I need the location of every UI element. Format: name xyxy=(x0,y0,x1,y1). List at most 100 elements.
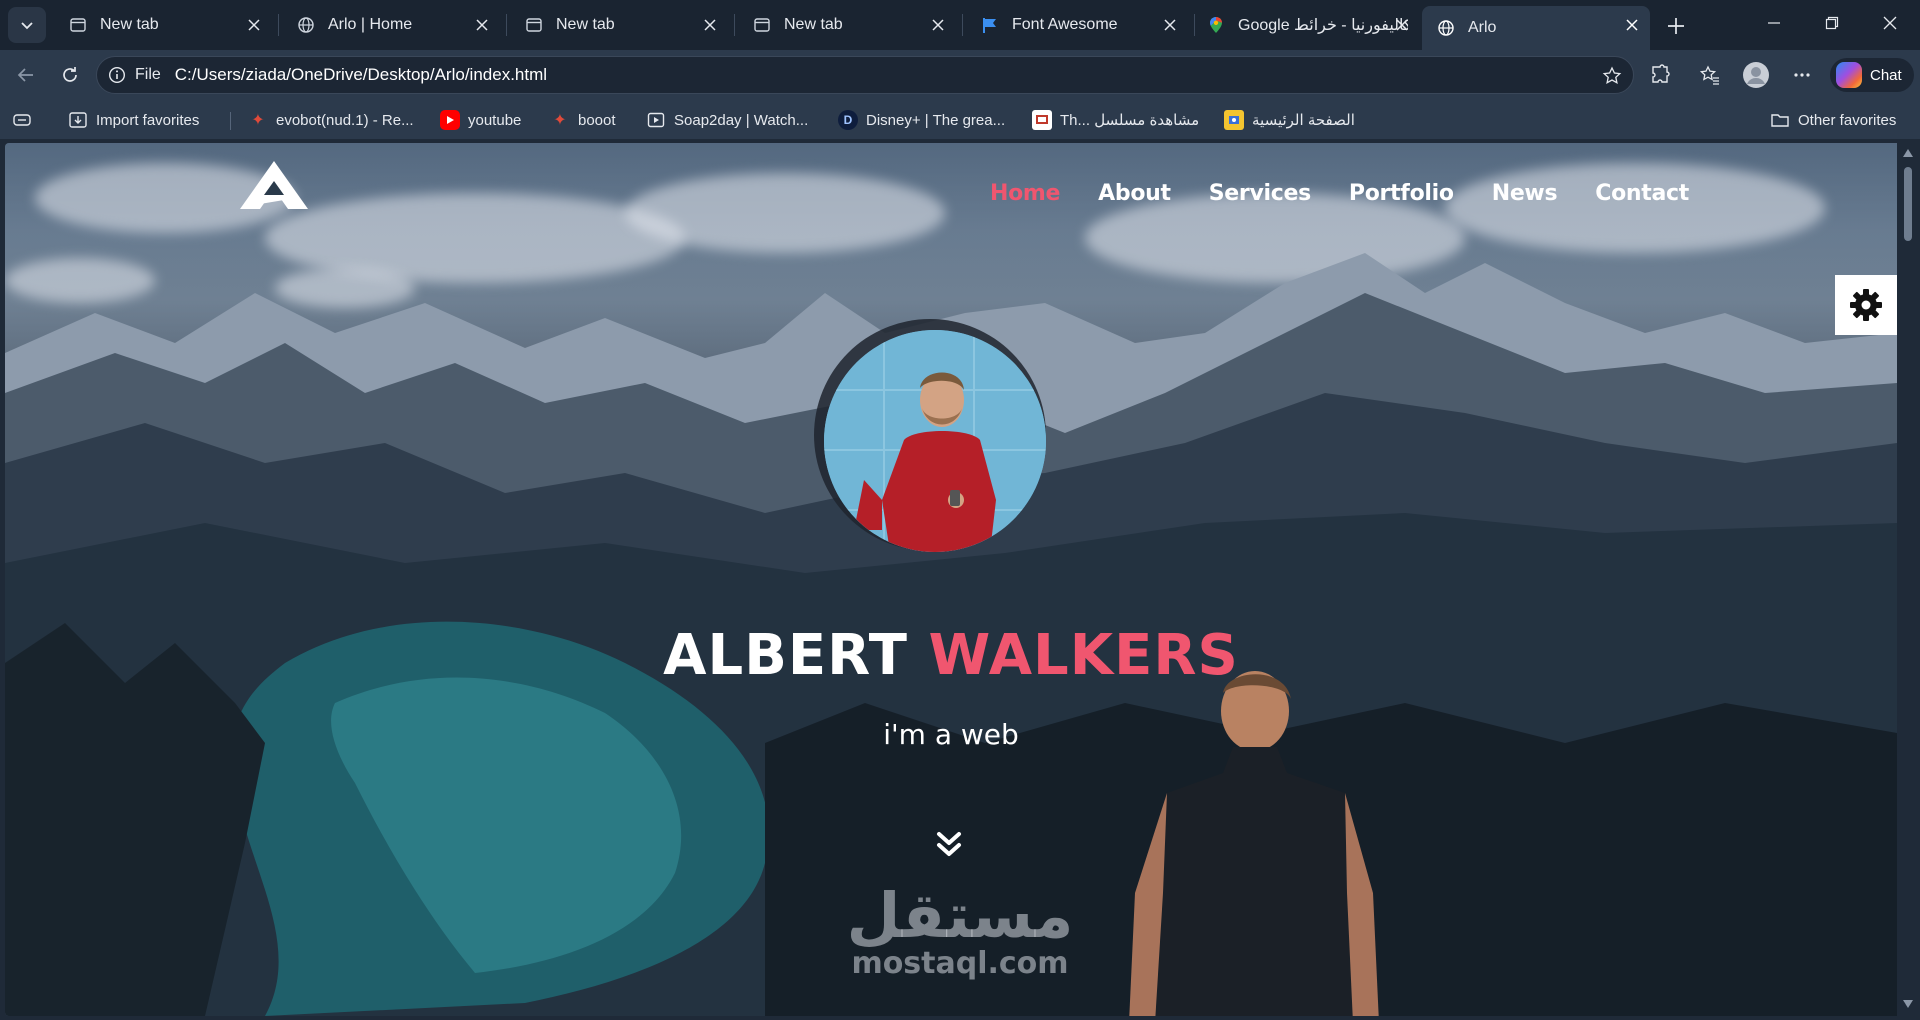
hero-first-name: ALBERT xyxy=(663,623,908,688)
double-chevron-down-icon xyxy=(937,832,961,856)
close-icon[interactable] xyxy=(472,15,492,35)
nav-contact-link[interactable]: Contact xyxy=(1595,181,1689,206)
extensions-button[interactable] xyxy=(1644,59,1676,91)
info-icon[interactable] xyxy=(107,65,127,85)
browser-tab[interactable]: New tab xyxy=(510,6,728,44)
tab-title: Google كاليفورنيا - خرائط xyxy=(1238,17,1408,34)
tab-divider xyxy=(962,14,963,36)
bot-icon: ✦ xyxy=(251,112,265,129)
tab-actions-menu-button[interactable] xyxy=(8,7,46,43)
watermark-arabic-text: مستقل xyxy=(846,879,1074,952)
tv-icon xyxy=(1032,110,1052,130)
browser-tab[interactable]: Google كاليفورنيا - خرائط xyxy=(1198,6,1420,44)
close-icon[interactable] xyxy=(1622,15,1642,35)
page-viewport: Home About Services Portfolio News Conta… xyxy=(5,143,1897,1016)
plus-icon xyxy=(1668,18,1684,34)
nav-portfolio-link[interactable]: Portfolio xyxy=(1349,181,1454,206)
favorites-button[interactable] xyxy=(1694,59,1726,91)
favorite-item[interactable]: Soap2day | Watch... xyxy=(646,108,808,132)
favorite-item[interactable]: Import favorites xyxy=(68,108,199,132)
scroll-down-arrow-icon[interactable] xyxy=(1902,998,1914,1010)
url-text[interactable]: C:/Users/ziada/OneDrive/Desktop/Arlo/ind… xyxy=(175,65,547,85)
minimize-icon xyxy=(1768,22,1780,24)
copilot-chat-button[interactable]: Chat xyxy=(1830,58,1914,92)
restore-button[interactable] xyxy=(1803,0,1861,46)
watermark-latin-text: mostaql.com xyxy=(851,946,1069,981)
favorite-item[interactable]: youtube xyxy=(440,108,521,132)
puzzle-icon xyxy=(1652,64,1670,83)
browser-tab[interactable]: New tab xyxy=(738,6,956,44)
scroll-down-button[interactable] xyxy=(929,825,969,865)
nav-about-link[interactable]: About xyxy=(1098,181,1171,206)
favorite-label: booot xyxy=(578,111,616,129)
tab-title: New tab xyxy=(556,16,615,33)
favorite-item[interactable]: ✦ booot xyxy=(550,108,616,132)
favorites-toggle[interactable] xyxy=(12,108,40,132)
nav-news-link[interactable]: News xyxy=(1492,181,1558,206)
url-scheme-label: File xyxy=(135,66,161,83)
browser-tab[interactable]: New tab xyxy=(54,6,272,44)
chat-label: Chat xyxy=(1870,66,1902,84)
nav-home-link[interactable]: Home xyxy=(990,181,1060,206)
nav-services-link[interactable]: Services xyxy=(1209,181,1311,206)
browser-tab-active[interactable]: Arlo xyxy=(1422,6,1650,50)
arrow-left-icon xyxy=(17,68,33,82)
close-icon[interactable] xyxy=(928,15,948,35)
more-icon xyxy=(1794,73,1810,77)
folder-icon xyxy=(1770,110,1790,130)
tab-divider xyxy=(506,14,507,36)
close-window-button[interactable] xyxy=(1861,0,1919,46)
profile-photo xyxy=(824,330,1046,552)
close-icon[interactable] xyxy=(1160,15,1180,35)
favorite-item[interactable]: ✦ evobot(nud.1) - Re... xyxy=(248,108,413,132)
gear-icon xyxy=(1850,289,1882,321)
settings-toggle-button[interactable] xyxy=(1835,275,1897,335)
favorite-label: الصفحة الرئيسية xyxy=(1252,112,1355,129)
tab-title: New tab xyxy=(100,16,159,33)
star-icon[interactable] xyxy=(1601,65,1623,87)
other-favorites-folder[interactable]: Other favorites xyxy=(1770,108,1896,132)
close-icon[interactable] xyxy=(244,15,264,35)
avatar-icon xyxy=(1743,62,1769,88)
maps-pin-icon xyxy=(1206,15,1226,35)
tab-divider xyxy=(278,14,279,36)
flag-icon xyxy=(980,15,1000,35)
browser-toolbar: File C:/Users/ziada/OneDrive/Desktop/Arl… xyxy=(0,50,1920,100)
chevron-down-icon xyxy=(21,22,33,30)
browser-tab[interactable]: Font Awesome xyxy=(966,6,1188,44)
close-icon[interactable] xyxy=(1392,15,1412,35)
favorite-label: youtube xyxy=(468,111,522,129)
favorite-item[interactable]: الصفحة الرئيسية xyxy=(1224,108,1355,132)
favorites-star-icon xyxy=(1699,65,1719,85)
minimize-button[interactable] xyxy=(1745,0,1803,46)
youtube-icon xyxy=(440,110,460,130)
favorite-label: Th... مشاهدة مسلسل xyxy=(1060,112,1200,129)
favorites-divider xyxy=(230,112,231,130)
scrollbar-thumb[interactable] xyxy=(1904,167,1912,241)
close-icon[interactable] xyxy=(700,15,720,35)
page-icon xyxy=(752,15,772,35)
hiker-illustration xyxy=(1129,671,1379,1016)
new-tab-button[interactable] xyxy=(1660,10,1692,42)
page-icon xyxy=(68,15,88,35)
back-button[interactable] xyxy=(10,59,42,91)
settings-menu-button[interactable] xyxy=(1786,59,1818,91)
tab-divider xyxy=(1194,14,1195,36)
favorite-item[interactable]: D Disney+ | The grea... xyxy=(838,108,1005,132)
tab-strip: New tab Arlo | Home New tab New tab Font… xyxy=(0,0,1920,50)
browser-tab[interactable]: Arlo | Home xyxy=(282,6,500,44)
favorite-item[interactable]: Th... مشاهدة مسلسل xyxy=(1032,108,1199,132)
tab-title: New tab xyxy=(784,16,843,33)
tab-divider xyxy=(734,14,735,36)
page-scrollbar[interactable] xyxy=(1898,143,1918,1016)
home-icon xyxy=(1224,110,1244,130)
hero-last-name: WALKERS xyxy=(928,623,1239,688)
profile-button[interactable] xyxy=(1740,59,1772,91)
favorite-label: Soap2day | Watch... xyxy=(674,111,809,129)
bot-icon: ✦ xyxy=(553,112,567,129)
scroll-up-arrow-icon[interactable] xyxy=(1902,147,1914,159)
address-bar[interactable]: File C:/Users/ziada/OneDrive/Desktop/Arl… xyxy=(96,56,1634,94)
arlo-logo[interactable] xyxy=(240,161,308,209)
refresh-button[interactable] xyxy=(54,59,86,91)
bookmark-bar-icon xyxy=(12,110,32,130)
